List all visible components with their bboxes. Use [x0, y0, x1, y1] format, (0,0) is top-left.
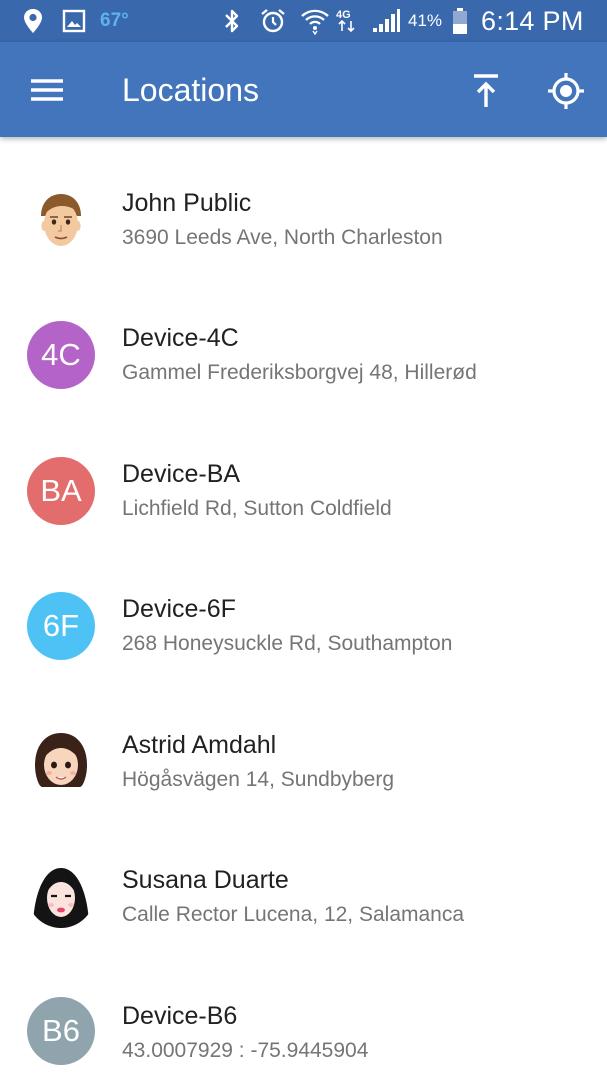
page-title: Locations: [122, 72, 259, 108]
location-pin-icon: [22, 0, 44, 42]
astrid-avatar: [27, 725, 95, 793]
location-name: Susana Duarte: [122, 866, 289, 894]
list-item[interactable]: 4C Device-4C Gammel Frederiksborgvej 48,…: [0, 272, 607, 407]
location-address: Gammel Frederiksborgvej 48, Hillerød: [122, 361, 477, 384]
menu-button[interactable]: [20, 69, 74, 111]
device-avatar: BA: [27, 457, 95, 525]
gallery-icon: [62, 0, 86, 42]
temperature: 67°: [100, 10, 129, 31]
network-type: 4G: [336, 9, 351, 21]
john-avatar: [27, 186, 95, 254]
location-name: John Public: [122, 189, 252, 217]
battery-icon: [451, 0, 469, 42]
location-address: 43.0007929 : -75.9445904: [122, 1039, 369, 1062]
wifi-icon: [300, 0, 330, 42]
location-name: Device-6F: [122, 595, 236, 623]
app-bar: Locations: [0, 42, 607, 137]
upload-button[interactable]: [463, 68, 509, 114]
device-avatar: B6: [27, 997, 95, 1065]
signal-icon: [371, 0, 401, 42]
clock: 6:14 PM: [481, 5, 584, 36]
alarm-icon: [259, 0, 287, 42]
location-address: Lichfield Rd, Sutton Coldfield: [122, 497, 392, 520]
list-item[interactable]: John Public 3690 Leeds Ave, North Charle…: [0, 137, 607, 272]
location-name: Astrid Amdahl: [122, 731, 277, 759]
location-name: Device-B6: [122, 1002, 238, 1030]
list-item[interactable]: 6F Device-6F 268 Honeysuckle Rd, Southam…: [0, 543, 607, 678]
status-bar: 67° 4G 41% 6:14 PM: [0, 0, 607, 42]
location-address: 3690 Leeds Ave, North Charleston: [122, 226, 443, 249]
upload-icon: [474, 74, 498, 107]
lte-icon: 4G: [336, 0, 358, 42]
battery-percent: 41%: [408, 11, 443, 30]
list-item[interactable]: Astrid Amdahl Högåsvägen 14, Sundbyberg: [0, 679, 607, 814]
list-item[interactable]: BA Device-BA Lichfield Rd, Sutton Coldfi…: [0, 408, 607, 543]
location-address: Högåsvägen 14, Sundbyberg: [122, 768, 395, 791]
device-avatar: 4C: [27, 321, 95, 389]
susana-avatar: [27, 860, 95, 928]
list-item[interactable]: Susana Duarte Calle Rector Lucena, 12, S…: [0, 814, 607, 949]
location-name: Device-BA: [122, 460, 241, 488]
bluetooth-icon: [220, 0, 244, 42]
my-location-icon: [548, 73, 584, 109]
my-location-button[interactable]: [542, 68, 590, 114]
location-address: 268 Honeysuckle Rd, Southampton: [122, 632, 453, 655]
device-avatar: 6F: [27, 592, 95, 660]
list-item[interactable]: B6 Device-B6 43.0007929 : -75.9445904: [0, 950, 607, 1080]
location-name: Device-4C: [122, 324, 239, 352]
hamburger-menu-icon: [31, 79, 63, 101]
location-address: Calle Rector Lucena, 12, Salamanca: [122, 903, 465, 926]
